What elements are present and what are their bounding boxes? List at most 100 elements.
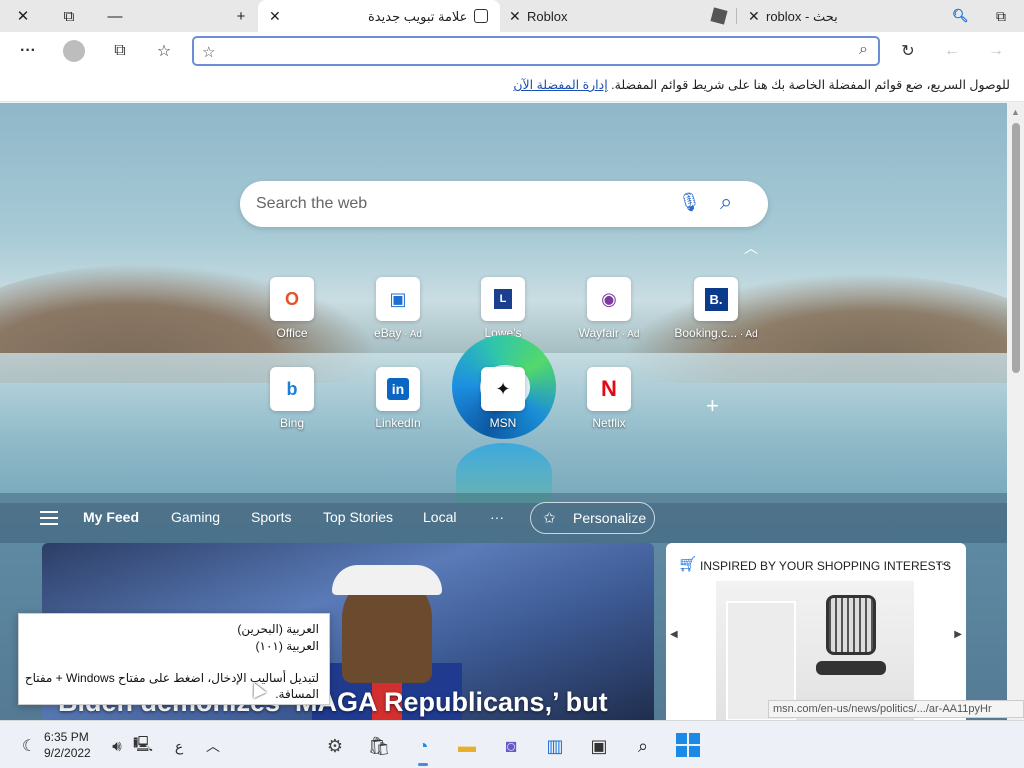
show-hidden-icons-icon[interactable]: ︿ [200, 733, 226, 759]
quick-link-label: LinkedIn [375, 416, 421, 430]
nav-top-stories[interactable]: Top Stories [323, 509, 393, 525]
tab-actions-icon[interactable]: ⧉ [978, 0, 1024, 32]
quick-link-msn[interactable]: ✦ MSN [455, 367, 551, 443]
more-options-icon[interactable]: ··· [936, 555, 950, 571]
quick-link-label: MSN [489, 416, 517, 430]
tab-new-tab[interactable]: ✕ علامة تبويب جديدة [258, 0, 500, 32]
active-app-indicator [418, 763, 428, 766]
file-explorer-icon[interactable]: ▬ [454, 733, 480, 759]
microphone-icon[interactable]: 🎙︎ [678, 192, 701, 213]
manage-favorites-link[interactable]: إدارة المفضلة الآن [513, 78, 607, 92]
nav-more-icon[interactable]: ··· [490, 509, 504, 525]
search-icon[interactable]: ⌕ [720, 189, 732, 215]
quick-link-netflix[interactable]: N Netflix [561, 367, 657, 443]
quick-link-office[interactable]: O Office [244, 277, 340, 353]
favorites-bar-message: للوصول السريع، ضع قوائم المفضلة الخاصة ب… [513, 77, 1010, 92]
tab-separator [736, 8, 737, 24]
favorites-message-text: للوصول السريع، ضع قوائم المفضلة الخاصة ب… [611, 78, 1010, 92]
status-url: msn.com/en-us/news/politics/.../ar-AA11p… [768, 700, 1024, 718]
tab-bar: ✕ ⧉ — + ✕ علامة تبويب جديدة ✕ Roblox ✕ r… [0, 0, 1024, 32]
start-windows-icon[interactable] [676, 733, 700, 757]
nav-sports[interactable]: Sports [251, 509, 291, 525]
more-menu-icon[interactable]: ··· [12, 36, 44, 66]
back-icon[interactable]: → [980, 36, 1012, 66]
shopping-cart-icon: 🛒︎ [678, 556, 698, 573]
quick-link-label: Wayfair · Ad [578, 326, 640, 340]
ebay-icon: ▣ [376, 277, 420, 321]
lowes-icon: L [481, 277, 525, 321]
close-window-icon[interactable]: ✕ [0, 0, 46, 32]
volume-icon[interactable]: 🔊︎ [104, 733, 130, 759]
web-search-box[interactable]: Search the web 🎙︎ ⌕ [240, 181, 768, 227]
store-icon[interactable]: 🛍︎ [366, 733, 392, 759]
refresh-icon[interactable]: ↻ [892, 36, 924, 66]
add-quick-link-icon[interactable]: + [706, 393, 719, 419]
clock-date: 9/2/2022 [44, 746, 91, 760]
widgets-icon[interactable]: ▥ [542, 733, 568, 759]
quick-link-label: Netflix [592, 416, 626, 430]
network-icon[interactable]: 🖳 [130, 733, 156, 759]
tab-roblox-search[interactable]: ✕ roblox - بحث 🔍︎ [740, 0, 980, 32]
msn-icon: ✦ [481, 367, 525, 411]
search-icon[interactable]: ⌕ [859, 41, 868, 59]
nav-local[interactable]: Local [423, 509, 456, 525]
task-view-icon[interactable]: ▣ [586, 733, 612, 759]
menu-icon[interactable] [40, 511, 58, 525]
personalize-button[interactable]: ✩ Personalize [530, 502, 655, 534]
collections-icon[interactable]: ⧉ [104, 36, 136, 66]
address-bar[interactable]: ☆ ⌕ [192, 36, 880, 66]
quick-link-booking[interactable]: B. Booking.c... · Ad [668, 277, 764, 353]
favorites-bar: للوصول السريع، ضع قوائم المفضلة الخاصة ب… [0, 70, 1024, 102]
quick-link-wayfair[interactable]: ◉ Wayfair · Ad [561, 277, 657, 353]
quick-link-label: eBay · Ad [374, 326, 422, 340]
restore-window-icon[interactable]: ⧉ [46, 0, 92, 32]
tooltip-language: العربية (البحرين) [237, 622, 319, 636]
search-icon: 🔍︎ [952, 8, 969, 23]
page-scrollbar[interactable]: ▲ ▼ [1007, 103, 1024, 720]
address-input[interactable] [228, 41, 828, 61]
tab-label: علامة تبويب جديدة [368, 9, 468, 24]
close-tab-icon[interactable]: ✕ [509, 8, 521, 25]
nav-my-feed[interactable]: My Feed [83, 509, 139, 525]
close-tab-icon[interactable]: ✕ [748, 8, 760, 25]
add-favorite-icon[interactable]: ☆ [202, 43, 215, 61]
netflix-icon: N [587, 367, 631, 411]
tab-label: Roblox [527, 9, 568, 24]
product-image-chair [826, 595, 876, 655]
carousel-prev-icon[interactable]: ◀ [670, 629, 678, 640]
office-icon: O [270, 277, 314, 321]
chat-icon[interactable]: ◙ [498, 733, 524, 759]
quick-link-bing[interactable]: b Bing [244, 367, 340, 443]
personalize-label: Personalize [573, 510, 647, 526]
close-tab-icon[interactable]: ✕ [269, 8, 281, 25]
search-icon[interactable]: ⌕ [630, 733, 656, 759]
taskbar: ☾ 6:35 PM 9/2/2022 🔊︎ 🖳 ع ︿ ⚙ 🛍︎ ◔ ▬ ◙ ▥… [0, 720, 1024, 768]
search-placeholder: Search the web [256, 195, 368, 212]
nav-gaming[interactable]: Gaming [171, 509, 220, 525]
toolbar: ··· ⧉ ☆ ☆ ⌕ ↻ ← → [0, 32, 1024, 70]
input-language-indicator[interactable]: ع [166, 733, 192, 759]
tab-roblox[interactable]: ✕ Roblox [500, 0, 728, 32]
scroll-up-icon[interactable]: ▲ [1011, 107, 1020, 117]
settings-icon[interactable]: ⚙ [322, 733, 348, 759]
profile-avatar[interactable] [58, 36, 90, 66]
personalize-icon: ✩ [543, 510, 556, 527]
favorites-icon[interactable]: ☆ [148, 36, 180, 66]
carousel-next-icon[interactable]: ▶ [954, 629, 962, 640]
new-tab-icon [474, 9, 488, 23]
feed-nav-bar: My Feed Gaming Sports Top Stories Local … [0, 493, 1007, 543]
system-clock[interactable]: 6:35 PM 9/2/2022 [44, 729, 91, 761]
notifications-icon[interactable]: ☾ [16, 733, 42, 759]
forward-icon[interactable]: ← [936, 36, 968, 66]
quick-link-label: Bing [279, 416, 305, 430]
quick-link-label: Booking.c... · Ad [674, 326, 758, 340]
input-language-tooltip: العربية (البحرين) العربية (١٠١) لتبديل أ… [18, 613, 330, 705]
scrollbar-thumb[interactable] [1012, 123, 1020, 373]
quick-link-ebay[interactable]: ▣ eBay · Ad [350, 277, 446, 353]
bing-icon: b [270, 367, 314, 411]
edge-icon[interactable]: ◔ [410, 733, 436, 759]
minimize-window-icon[interactable]: — [92, 0, 138, 32]
quick-link-linkedin[interactable]: in LinkedIn [350, 367, 446, 443]
shopping-card[interactable]: 🛒︎ INSPIRED BY YOUR SHOPPING INTERESTS ·… [666, 543, 966, 720]
collapse-chevron-icon[interactable]: ︿ [744, 238, 758, 258]
